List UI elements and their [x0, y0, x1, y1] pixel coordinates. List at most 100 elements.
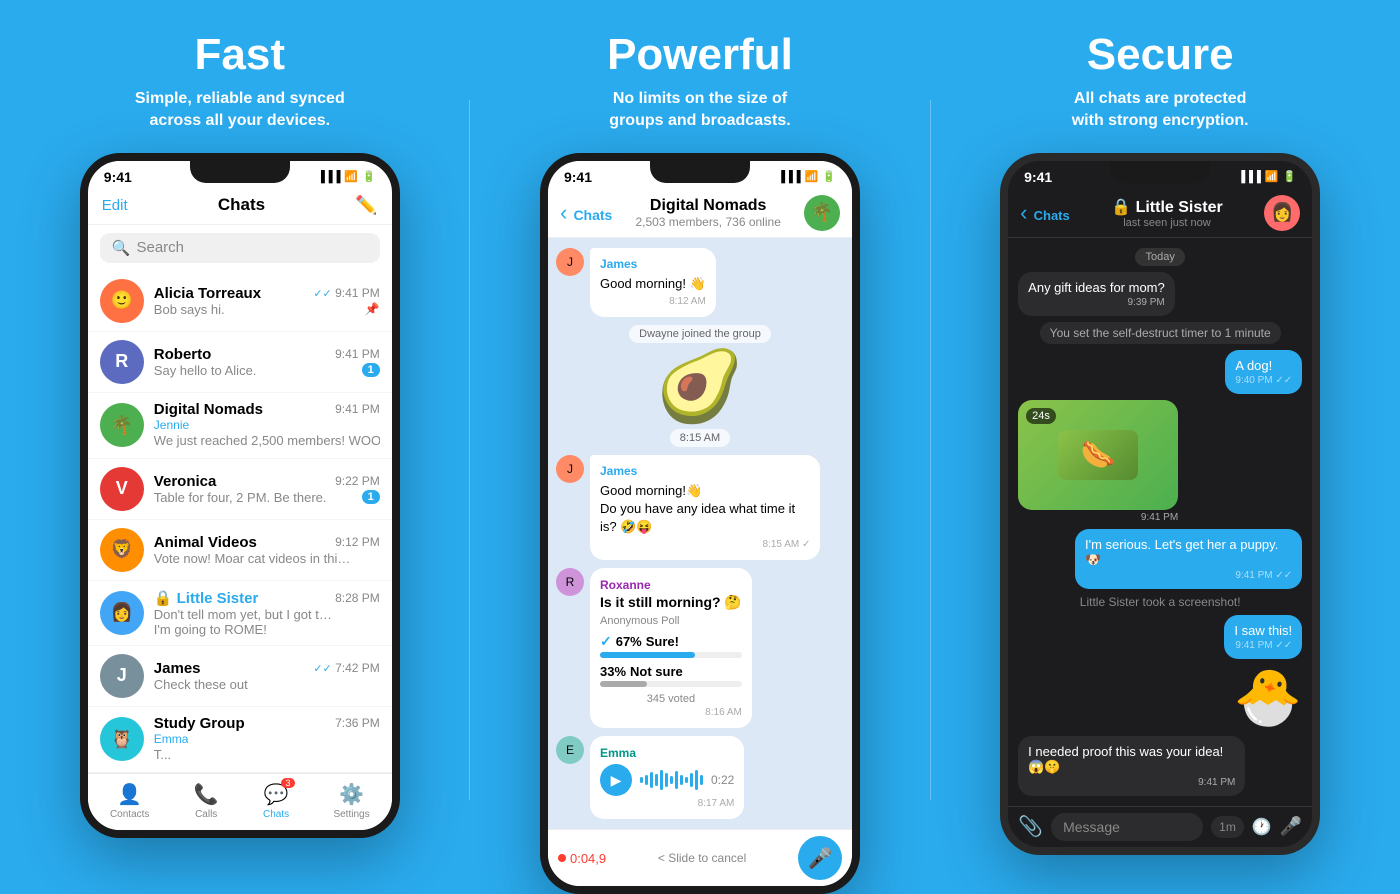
bottom-nav: 👤 Contacts 📞 Calls 💬 3 Chats ⚙️ Settings: [88, 773, 392, 830]
chat-preview-row: Bob says hi. 📌: [154, 302, 380, 317]
powerful-column: Powerful No limits on the size ofgroups …: [490, 30, 910, 894]
chat-list: 🙂 Alicia Torreaux ✓✓ 9:41 PM Bob says hi…: [88, 271, 392, 773]
poll-option: ✓ 67% Sure!: [600, 633, 742, 658]
attach-button[interactable]: 📎: [1018, 814, 1043, 839]
battery-icon: 🔋: [822, 170, 836, 183]
chat-preview-row: Jennie We just reached 2,500 members! WO…: [154, 418, 380, 450]
mic-button[interactable]: 🎤: [798, 836, 842, 880]
date-label: Today: [1135, 248, 1184, 266]
chat-name-row: Roberto 9:41 PM: [154, 346, 380, 363]
divider-2: [930, 100, 931, 800]
poll-bubble: Roxanne Is it still morning? 🤔 Anonymous…: [590, 568, 752, 728]
secure-title: Secure: [1087, 30, 1234, 80]
contacts-icon: 👤: [117, 782, 142, 807]
chat-time: 7:36 PM: [335, 716, 380, 730]
message-text: I saw this!: [1234, 623, 1292, 638]
powerful-subtitle: No limits on the size ofgroups and broad…: [609, 88, 790, 133]
list-item[interactable]: 🙂 Alicia Torreaux ✓✓ 9:41 PM Bob says hi…: [88, 271, 392, 332]
chats-badge: 3: [281, 778, 294, 788]
wave-bar: [670, 776, 673, 784]
message-sender: James: [600, 256, 706, 273]
wifi-icon: 📶: [1265, 170, 1279, 183]
avatar: V: [100, 467, 144, 511]
chats-icon-wrap: 💬 3: [264, 782, 289, 807]
contact-header: ‹ Chats 🔒 Little Sister last seen just n…: [1008, 189, 1312, 238]
message-time: 9:41 PM ✓✓: [1234, 640, 1292, 651]
mic-icon[interactable]: 🎤: [1280, 816, 1302, 837]
message-input[interactable]: Message: [1051, 813, 1203, 841]
message-sender: James: [600, 463, 810, 480]
avatar: J: [100, 654, 144, 698]
avatar: 🦉: [100, 717, 144, 761]
chat-time: 9:12 PM: [335, 535, 380, 549]
chat-time: 9:22 PM: [335, 474, 380, 488]
message-text: I'm serious. Let's get her a puppy. 🐶: [1085, 537, 1292, 568]
wave-bar: [645, 775, 648, 785]
chat-content: Study Group 7:36 PM Emma T...: [154, 715, 380, 764]
battery-icon: 🔋: [1282, 170, 1296, 183]
nav-item-chats[interactable]: 💬 3 Chats: [263, 782, 289, 820]
secure-column: Secure All chats are protectedwith stron…: [950, 30, 1370, 855]
emoji-icon[interactable]: 🕐: [1252, 817, 1272, 837]
status-icons-powerful: ▐▐▐ 📶 🔋: [777, 170, 836, 183]
message-row: J James Good morning! 👋 8:12 AM: [556, 248, 844, 317]
double-check-icon: ✓✓: [313, 288, 331, 300]
edit-button[interactable]: Edit: [102, 197, 128, 214]
image-time: 9:41 PM: [1018, 512, 1178, 523]
compose-icon[interactable]: ✏️: [355, 195, 377, 216]
chat-content: James ✓✓ 7:42 PM Check these out: [154, 660, 380, 692]
wifi-icon: 📶: [344, 170, 358, 183]
nav-label-settings: Settings: [333, 809, 369, 820]
chat-name-row: Study Group 7:36 PM: [154, 715, 380, 732]
wave-bar: [655, 774, 658, 786]
list-item[interactable]: 🦉 Study Group 7:36 PM Emma T...: [88, 707, 392, 773]
chat-name: James: [154, 660, 201, 677]
signal-icon: ▐▐▐: [777, 171, 800, 183]
list-item[interactable]: J James ✓✓ 7:42 PM Check these out: [88, 646, 392, 707]
message-text: I needed proof this was your idea! 😱🤫: [1028, 744, 1235, 775]
list-item[interactable]: 🦁 Animal Videos 9:12 PM Vote now! Moar c…: [88, 520, 392, 581]
fast-subtitle: Simple, reliable and syncedacross all yo…: [135, 88, 345, 133]
list-item[interactable]: 🌴 Digital Nomads 9:41 PM Jennie We just …: [88, 393, 392, 459]
wave-bar: [675, 771, 678, 789]
message-text: A dog!: [1235, 358, 1292, 373]
timer-button[interactable]: 1m: [1211, 816, 1244, 838]
nav-item-calls[interactable]: 📞 Calls: [194, 782, 219, 820]
chat-preview-row: Table for four, 2 PM. Be there. 1: [154, 490, 380, 505]
sender-avatar: J: [556, 248, 584, 276]
record-time: 0:04,9: [558, 851, 606, 866]
search-bar[interactable]: 🔍 Search: [100, 233, 380, 263]
signal-icon: ▐▐▐: [1237, 171, 1260, 183]
signal-icon: ▐▐▐: [317, 171, 340, 183]
back-button-secure[interactable]: ‹ Chats: [1020, 200, 1070, 226]
group-messages: J James Good morning! 👋 8:12 AM Dwayne j…: [548, 238, 852, 829]
poll-bar-fill-2: [600, 681, 647, 687]
chats-title: Chats: [218, 195, 265, 215]
play-button[interactable]: ▶: [600, 764, 632, 796]
voice-duration: 0:22: [711, 773, 734, 787]
list-item[interactable]: V Veronica 9:22 PM Table for four, 2 PM.…: [88, 459, 392, 520]
chat-name-row: Veronica 9:22 PM: [154, 473, 380, 490]
chat-name: Alicia Torreaux: [154, 285, 261, 302]
chat-name-row: Alicia Torreaux ✓✓ 9:41 PM: [154, 285, 380, 302]
timer-overlay: 24s: [1026, 408, 1056, 424]
nav-item-settings[interactable]: ⚙️ Settings: [333, 782, 369, 820]
dark-input-area: 📎 Message 1m 🕐 🎤: [1008, 806, 1312, 847]
poll-bar-fill: [600, 652, 695, 658]
message-time: 8:15 AM ✓: [600, 538, 810, 552]
chat-content: Veronica 9:22 PM Table for four, 2 PM. B…: [154, 473, 380, 505]
back-button[interactable]: ‹ Chats: [560, 200, 612, 226]
list-item[interactable]: R Roberto 9:41 PM Say hello to Alice. 1: [88, 332, 392, 393]
time-secure: 9:41: [1024, 169, 1052, 185]
chat-time: 9:41 PM: [335, 347, 380, 361]
sender-avatar: E: [556, 736, 584, 764]
wave-bar: [685, 777, 688, 783]
avatar: 🙂: [100, 279, 144, 323]
voice-bubble: Emma ▶: [590, 736, 744, 819]
list-item[interactable]: 👩 🔒 Little Sister 8:28 PM Don't tell mom…: [88, 581, 392, 646]
image-content: 🌭: [1058, 430, 1138, 480]
nav-item-contacts[interactable]: 👤 Contacts: [110, 782, 149, 820]
poll-option: 33% Not sure: [600, 664, 742, 687]
chat-name: 🔒 Little Sister: [154, 589, 259, 607]
poll-text: Not sure: [630, 664, 683, 679]
